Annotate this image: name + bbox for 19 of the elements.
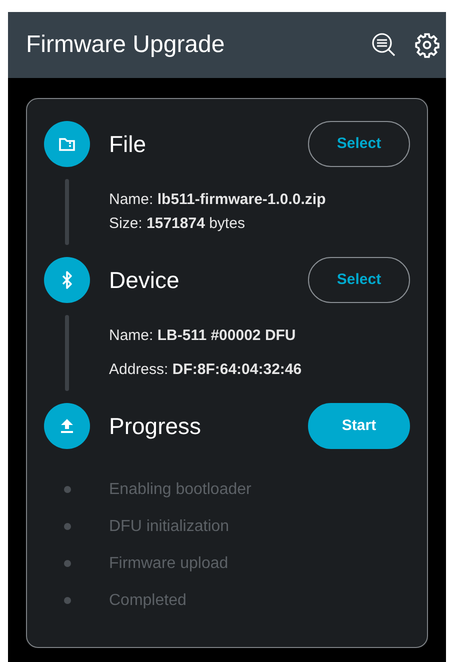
upload-icon: [44, 403, 90, 449]
detail-text: Name: LB-511 #00002 DFU: [109, 326, 297, 346]
step-label: Enabling bootloader: [109, 480, 252, 500]
section-title: Device: [109, 266, 180, 295]
bluetooth-icon: [44, 257, 90, 303]
detail-text: Address: DF:8F:64:04:32:46: [109, 360, 302, 380]
select-button[interactable]: Select: [308, 121, 410, 167]
step-label: Firmware upload: [109, 554, 228, 574]
search-icon[interactable]: [370, 31, 398, 59]
app-title: Firmware Upgrade: [26, 30, 226, 60]
section-title: Progress: [109, 412, 202, 441]
detail-text: Size: 1571874 bytes: [109, 214, 246, 234]
step-label: DFU initialization: [109, 516, 230, 536]
settings-icon[interactable]: [414, 32, 440, 58]
section-title: File: [109, 130, 148, 159]
select-button[interactable]: Select: [308, 257, 410, 303]
folder-icon: [44, 121, 90, 167]
step-label: Completed: [109, 590, 186, 610]
detail-text: Name: lb511-firmware-1.0.0.zip: [109, 190, 326, 210]
